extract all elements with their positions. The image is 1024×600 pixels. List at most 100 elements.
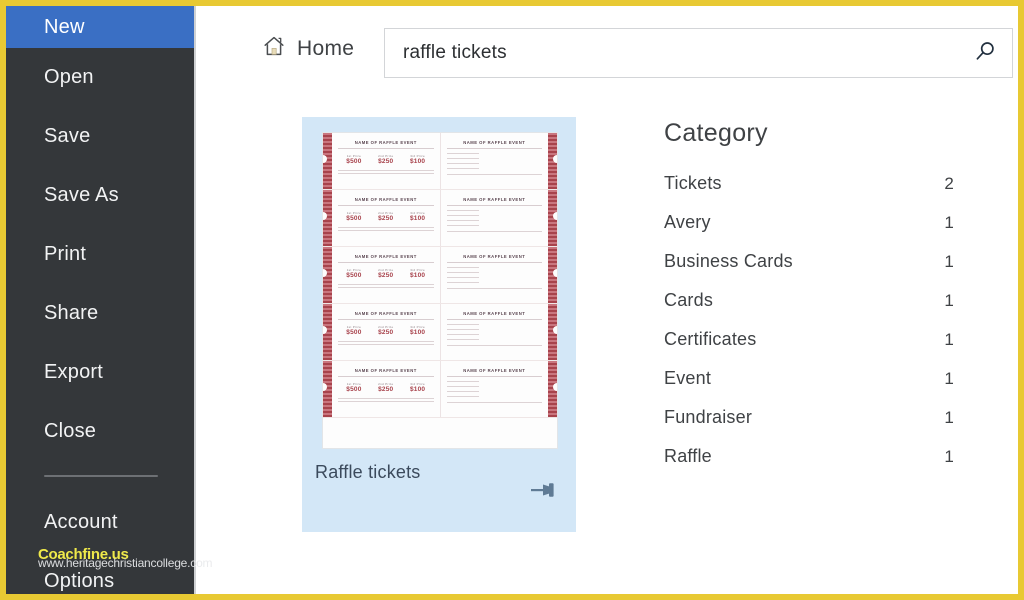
sidebar-item-label: Save As bbox=[44, 184, 119, 206]
price-value: $100 bbox=[409, 329, 426, 337]
sidebar-item-export[interactable]: Export bbox=[6, 343, 194, 402]
ticket-prices: 1st Prize $500 2nd Prize $250 3rd Prize $10… bbox=[338, 268, 434, 279]
ticket-heading: NAME OF RAFFLE EVENT bbox=[354, 368, 417, 373]
category-label: Business Cards bbox=[664, 251, 793, 271]
price-value: $100 bbox=[409, 158, 426, 166]
category-row-event[interactable]: Event 1 bbox=[664, 368, 954, 407]
category-count: 1 bbox=[944, 408, 954, 427]
category-count: 1 bbox=[944, 330, 954, 349]
sidebar-item-label: New bbox=[44, 15, 85, 38]
price-value: $250 bbox=[378, 386, 394, 394]
price-value: $100 bbox=[409, 215, 426, 223]
ticket-heading: NAME OF RAFFLE EVENT bbox=[354, 254, 417, 259]
price-value: $500 bbox=[346, 329, 362, 337]
sidebar-item-save[interactable]: Save bbox=[6, 107, 194, 166]
ticket-half-right: NAME OF RAFFLE EVENT bbox=[441, 133, 549, 189]
ticket-heading: NAME OF RAFFLE EVENT bbox=[463, 368, 526, 373]
ticket-prices: 1st Prize $500 2nd Prize $250 3rd Prize $10… bbox=[338, 211, 434, 222]
category-label: Fundraiser bbox=[664, 407, 753, 427]
ticket-row: NAME OF RAFFLE EVENT 1st Prize $500 2nd P… bbox=[323, 133, 557, 190]
ticket-row: NAME OF RAFFLE EVENT 1st Prize $500 2nd P… bbox=[323, 247, 557, 304]
sidebar-item-new[interactable]: New bbox=[6, 6, 194, 48]
sidebar-item-account[interactable]: Account bbox=[6, 493, 194, 552]
ticket-half-right: NAME OF RAFFLE EVENT bbox=[441, 304, 549, 360]
price-value: $250 bbox=[378, 272, 394, 280]
search-button[interactable] bbox=[958, 29, 1012, 77]
ticket-stub-right bbox=[548, 304, 557, 360]
price-value: $100 bbox=[409, 272, 426, 280]
backstage-sidebar: New Open Save Save As Print Share Export… bbox=[6, 6, 196, 594]
search-input[interactable] bbox=[385, 42, 958, 64]
price-value: $500 bbox=[346, 386, 362, 394]
ticket-half-left: NAME OF RAFFLE EVENT 1st Prize $500 2nd P… bbox=[332, 133, 440, 189]
ticket-prices: 1st Prize $500 2nd Prize $250 3rd Prize $10… bbox=[338, 325, 434, 336]
sidebar-item-open[interactable]: Open bbox=[6, 48, 194, 107]
ticket-half-right: NAME OF RAFFLE EVENT bbox=[441, 190, 549, 246]
category-row-cards[interactable]: Cards 1 bbox=[664, 290, 954, 329]
price-value: $500 bbox=[346, 272, 362, 280]
category-row-tickets[interactable]: Tickets 2 bbox=[664, 173, 954, 212]
ticket-row: NAME OF RAFFLE EVENT 1st Prize $500 2nd P… bbox=[323, 304, 557, 361]
sidebar-item-label: Account bbox=[44, 511, 118, 533]
category-row-certificates[interactable]: Certificates 1 bbox=[664, 329, 954, 368]
ticket-half-right: NAME OF RAFFLE EVENT bbox=[441, 247, 549, 303]
home-link[interactable]: Home bbox=[262, 34, 354, 63]
category-row-raffle[interactable]: Raffle 1 bbox=[664, 446, 954, 485]
sidebar-item-label: Close bbox=[44, 420, 97, 442]
ticket-heading: NAME OF RAFFLE EVENT bbox=[463, 311, 526, 316]
ticket-prices: 1st Prize $500 2nd Prize $250 3rd Prize $10… bbox=[338, 154, 434, 165]
ticket-half-left: NAME OF RAFFLE EVENT 1st Prize $500 2nd P… bbox=[332, 304, 440, 360]
price-value: $250 bbox=[378, 215, 394, 223]
ticket-half-right: NAME OF RAFFLE EVENT bbox=[441, 361, 549, 417]
ticket-half-left: NAME OF RAFFLE EVENT 1st Prize $500 2nd P… bbox=[332, 190, 440, 246]
template-thumbnail: NAME OF RAFFLE EVENT 1st Prize $500 2nd P… bbox=[322, 132, 558, 449]
sidebar-item-print[interactable]: Print bbox=[6, 225, 194, 284]
category-count: 1 bbox=[944, 447, 954, 466]
sidebar-item-label: Share bbox=[44, 302, 99, 324]
sidebar-item-label: Print bbox=[44, 243, 87, 265]
category-label: Avery bbox=[664, 212, 711, 232]
price-value: $250 bbox=[378, 329, 394, 337]
category-row-fundraiser[interactable]: Fundraiser 1 bbox=[664, 407, 954, 446]
ticket-half-left: NAME OF RAFFLE EVENT 1st Prize $500 2nd P… bbox=[332, 247, 440, 303]
template-card-raffle-tickets[interactable]: NAME OF RAFFLE EVENT 1st Prize $500 2nd P… bbox=[302, 117, 576, 532]
ticket-stub-right bbox=[548, 190, 557, 246]
ticket-heading: NAME OF RAFFLE EVENT bbox=[463, 254, 526, 259]
category-count: 1 bbox=[944, 369, 954, 388]
sidebar-item-label: Save bbox=[44, 125, 91, 147]
sidebar-item-save-as[interactable]: Save As bbox=[6, 166, 194, 225]
price-value: $100 bbox=[409, 386, 426, 394]
ticket-stub-right bbox=[548, 133, 557, 189]
backstage-view: New Open Save Save As Print Share Export… bbox=[0, 0, 1024, 600]
ticket-stub-left bbox=[323, 133, 332, 189]
ticket-half-left: NAME OF RAFFLE EVENT 1st Prize $500 2nd P… bbox=[332, 361, 440, 417]
search-box[interactable] bbox=[384, 28, 1013, 78]
ticket-stub-right bbox=[548, 361, 557, 417]
category-label: Certificates bbox=[664, 329, 757, 349]
backstage-header: Home bbox=[198, 6, 1018, 98]
category-row-business-cards[interactable]: Business Cards 1 bbox=[664, 251, 954, 290]
sidebar-item-label: Open bbox=[44, 66, 94, 88]
category-panel: Category Tickets 2 Avery 1 Business Card… bbox=[664, 119, 954, 485]
price-value: $500 bbox=[346, 215, 362, 223]
sidebar-item-options[interactable]: Options bbox=[6, 552, 194, 594]
category-heading: Category bbox=[664, 119, 768, 147]
sidebar-item-share[interactable]: Share bbox=[6, 284, 194, 343]
home-label: Home bbox=[297, 36, 355, 60]
ticket-stub-left bbox=[323, 190, 332, 246]
ticket-heading: NAME OF RAFFLE EVENT bbox=[354, 197, 417, 202]
category-row-avery[interactable]: Avery 1 bbox=[664, 212, 954, 251]
sidebar-divider bbox=[44, 475, 158, 477]
ticket-row: NAME OF RAFFLE EVENT 1st Prize $500 2nd P… bbox=[323, 361, 557, 418]
sidebar-item-label: Options bbox=[44, 570, 115, 592]
price-value: $250 bbox=[378, 158, 394, 166]
ticket-stub-left bbox=[323, 304, 332, 360]
category-label: Tickets bbox=[664, 173, 722, 193]
template-title: Raffle tickets bbox=[315, 462, 421, 482]
category-count: 1 bbox=[944, 252, 954, 271]
category-count: 1 bbox=[944, 291, 954, 310]
pushpin-icon[interactable] bbox=[530, 479, 558, 501]
ticket-row: NAME OF RAFFLE EVENT 1st Prize $500 2nd P… bbox=[323, 190, 557, 247]
sidebar-item-close[interactable]: Close bbox=[6, 402, 194, 461]
ticket-heading: NAME OF RAFFLE EVENT bbox=[463, 140, 526, 145]
